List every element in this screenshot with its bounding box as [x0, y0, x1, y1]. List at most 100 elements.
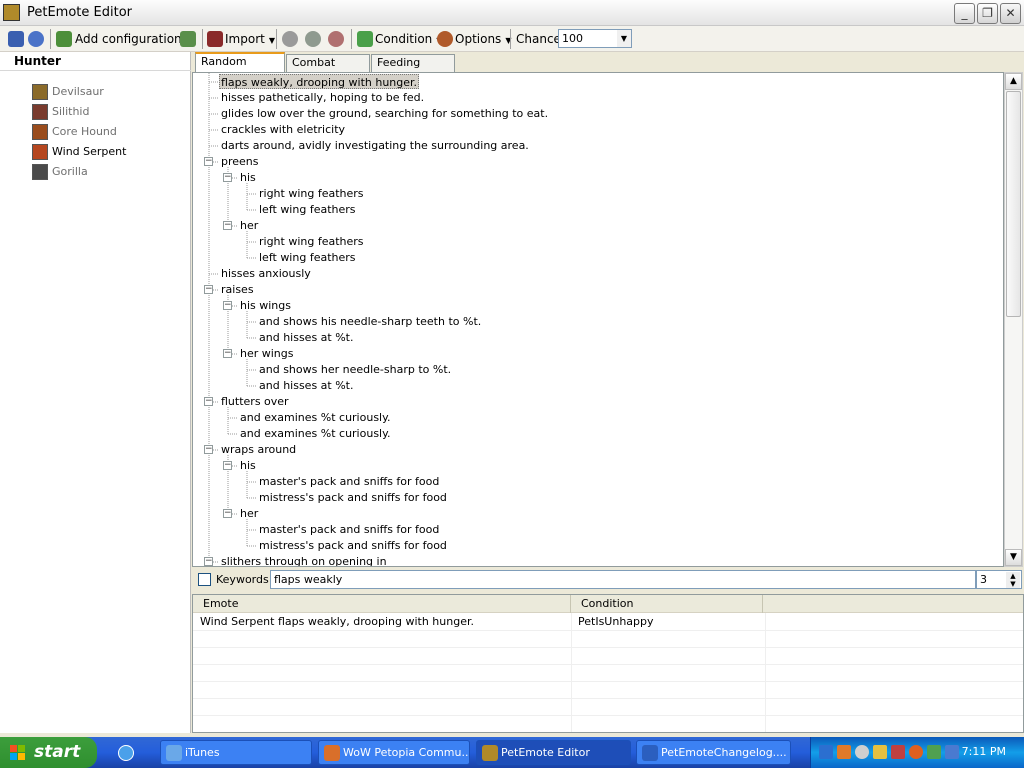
tree-node[interactable]: flutters over: [221, 394, 289, 409]
scrollbar-thumb[interactable]: [1006, 91, 1021, 317]
undo-icon[interactable]: [28, 31, 44, 47]
tree-node[interactable]: glides low over the ground, searching fo…: [221, 106, 548, 121]
collapse-icon[interactable]: −: [204, 397, 213, 406]
collapse-icon[interactable]: −: [223, 461, 232, 470]
collapse-icon[interactable]: −: [204, 557, 213, 566]
collapse-icon[interactable]: −: [223, 173, 232, 182]
collapse-icon[interactable]: −: [223, 301, 232, 310]
remove-emote-icon[interactable]: [328, 31, 344, 47]
scroll-up-icon[interactable]: ▲: [1005, 73, 1022, 90]
close-button[interactable]: ✕: [1000, 3, 1021, 24]
tree-node[interactable]: and hisses at %t.: [259, 378, 354, 393]
clock[interactable]: 7:11 PM: [962, 745, 1006, 758]
tree-node[interactable]: and shows her needle-sharp to %t.: [259, 362, 451, 377]
tree-node[interactable]: crackles with eletricity: [221, 122, 345, 137]
tree-node[interactable]: mistress's pack and sniffs for food: [259, 490, 447, 505]
app-icon: [3, 4, 20, 21]
window-title: PetEmote Editor: [27, 5, 133, 20]
column-header-emote[interactable]: Emote: [193, 595, 571, 613]
collapse-icon[interactable]: −: [223, 221, 232, 230]
tab-combat-emotes[interactable]: Combat Emotes: [286, 54, 370, 85]
remove-configuration-icon[interactable]: [180, 31, 196, 47]
tree-node[interactable]: his: [240, 458, 256, 473]
tree-node[interactable]: darts around, avidly investigating the s…: [221, 138, 529, 153]
condition-button[interactable]: Condition▼: [375, 29, 442, 49]
tree-node[interactable]: her wings: [240, 346, 294, 361]
alert-icon[interactable]: [891, 745, 905, 759]
collapse-icon[interactable]: −: [223, 349, 232, 358]
tree-node[interactable]: master's pack and sniffs for food: [259, 522, 439, 537]
security-shield-icon[interactable]: [873, 745, 887, 759]
toolbar-separator: [351, 29, 352, 49]
collapse-icon[interactable]: −: [223, 509, 232, 518]
tree-node[interactable]: wraps around: [221, 442, 296, 457]
tab-feeding-emotes[interactable]: Feeding Emotes: [371, 54, 455, 85]
task-petemote-editor[interactable]: PetEmote Editor: [476, 740, 631, 765]
tree-node[interactable]: master's pack and sniffs for food: [259, 474, 439, 489]
minimize-button[interactable]: _: [954, 3, 975, 24]
chance-label: Chance: [516, 32, 561, 46]
keywords-checkbox[interactable]: [198, 573, 211, 586]
emote-tree[interactable]: − − − − − − − − − − − flaps weakly, droo…: [192, 72, 1004, 567]
scroll-down-icon[interactable]: ▼: [1005, 549, 1022, 566]
firefox-tray-icon[interactable]: [837, 745, 851, 759]
tree-node-selected[interactable]: flaps weakly, drooping with hunger.: [219, 74, 420, 89]
tab-random-emotes[interactable]: Random Emotes: [195, 52, 285, 84]
tree-node[interactable]: his: [240, 170, 256, 185]
tree-node[interactable]: left wing feathers: [259, 202, 356, 217]
tree-node[interactable]: and examines %t curiously.: [240, 410, 391, 425]
toolbar-separator: [276, 29, 277, 49]
collapse-icon[interactable]: −: [204, 285, 213, 294]
add-configuration-label: Add configuration: [75, 32, 182, 46]
collapse-icon[interactable]: −: [204, 157, 213, 166]
browser-icon[interactable]: [118, 745, 134, 761]
collapse-icon[interactable]: −: [204, 445, 213, 454]
toolbar-separator: [202, 29, 203, 49]
tree-scrollbar[interactable]: ▲ ▼: [1004, 72, 1023, 567]
class-title: Hunter: [14, 54, 61, 68]
column-header-condition[interactable]: Condition: [571, 595, 763, 613]
tree-node[interactable]: and shows his needle-sharp teeth to %t.: [259, 314, 481, 329]
add-sub-emote-icon[interactable]: [305, 31, 321, 47]
task-wow-petopia[interactable]: WoW Petopia Commu...: [318, 740, 470, 765]
save-icon[interactable]: [8, 31, 24, 47]
chevron-down-icon[interactable]: ▼: [617, 30, 631, 47]
keywords-count-stepper[interactable]: 3 ▲ ▼: [976, 570, 1022, 589]
tree-node[interactable]: raises: [221, 282, 254, 297]
tree-node[interactable]: hisses pathetically, hoping to be fed.: [221, 90, 424, 105]
options-button[interactable]: Options ▼: [455, 29, 511, 49]
tree-node[interactable]: right wing feathers: [259, 186, 364, 201]
tree-node[interactable]: her: [240, 506, 258, 521]
media-icon[interactable]: [909, 745, 923, 759]
devilsaur-icon: [32, 84, 48, 100]
tree-node[interactable]: right wing feathers: [259, 234, 364, 249]
tree-node[interactable]: mistress's pack and sniffs for food: [259, 538, 447, 553]
add-emote-icon[interactable]: [282, 31, 298, 47]
task-changelog[interactable]: PetEmoteChangelog....: [636, 740, 791, 765]
core-hound-icon: [32, 124, 48, 140]
maximize-button[interactable]: ❐: [977, 3, 998, 24]
tree-node[interactable]: and examines %t curiously.: [240, 426, 391, 441]
settings-tray-icon[interactable]: [945, 745, 959, 759]
tree-node[interactable]: left wing feathers: [259, 250, 356, 265]
add-configuration-button[interactable]: Add configuration▼: [75, 29, 192, 49]
messenger-icon[interactable]: [855, 745, 869, 759]
chevron-down-icon[interactable]: ▼: [1006, 580, 1020, 588]
network-icon[interactable]: [819, 745, 833, 759]
table-cell-emote[interactable]: Wind Serpent flaps weakly, drooping with…: [200, 615, 474, 628]
tree-node[interactable]: slithers through on opening in: [221, 554, 387, 566]
toolbar-separator: [510, 29, 511, 49]
tree-node[interactable]: his wings: [240, 298, 291, 313]
tree-node[interactable]: preens: [221, 154, 259, 169]
tree-node[interactable]: her: [240, 218, 258, 233]
import-button[interactable]: Import ▼: [225, 29, 275, 49]
table-cell-condition[interactable]: PetIsUnhappy: [578, 615, 654, 628]
task-itunes[interactable]: iTunes: [160, 740, 312, 765]
start-button[interactable]: start: [0, 737, 97, 768]
nvidia-icon[interactable]: [927, 745, 941, 759]
chance-dropdown[interactable]: 100 ▼: [558, 29, 632, 48]
chevron-up-icon[interactable]: ▲: [1006, 572, 1020, 580]
tree-node[interactable]: and hisses at %t.: [259, 330, 354, 345]
tree-node[interactable]: hisses anxiously: [221, 266, 311, 281]
keywords-search-input[interactable]: flaps weakly: [270, 570, 976, 589]
